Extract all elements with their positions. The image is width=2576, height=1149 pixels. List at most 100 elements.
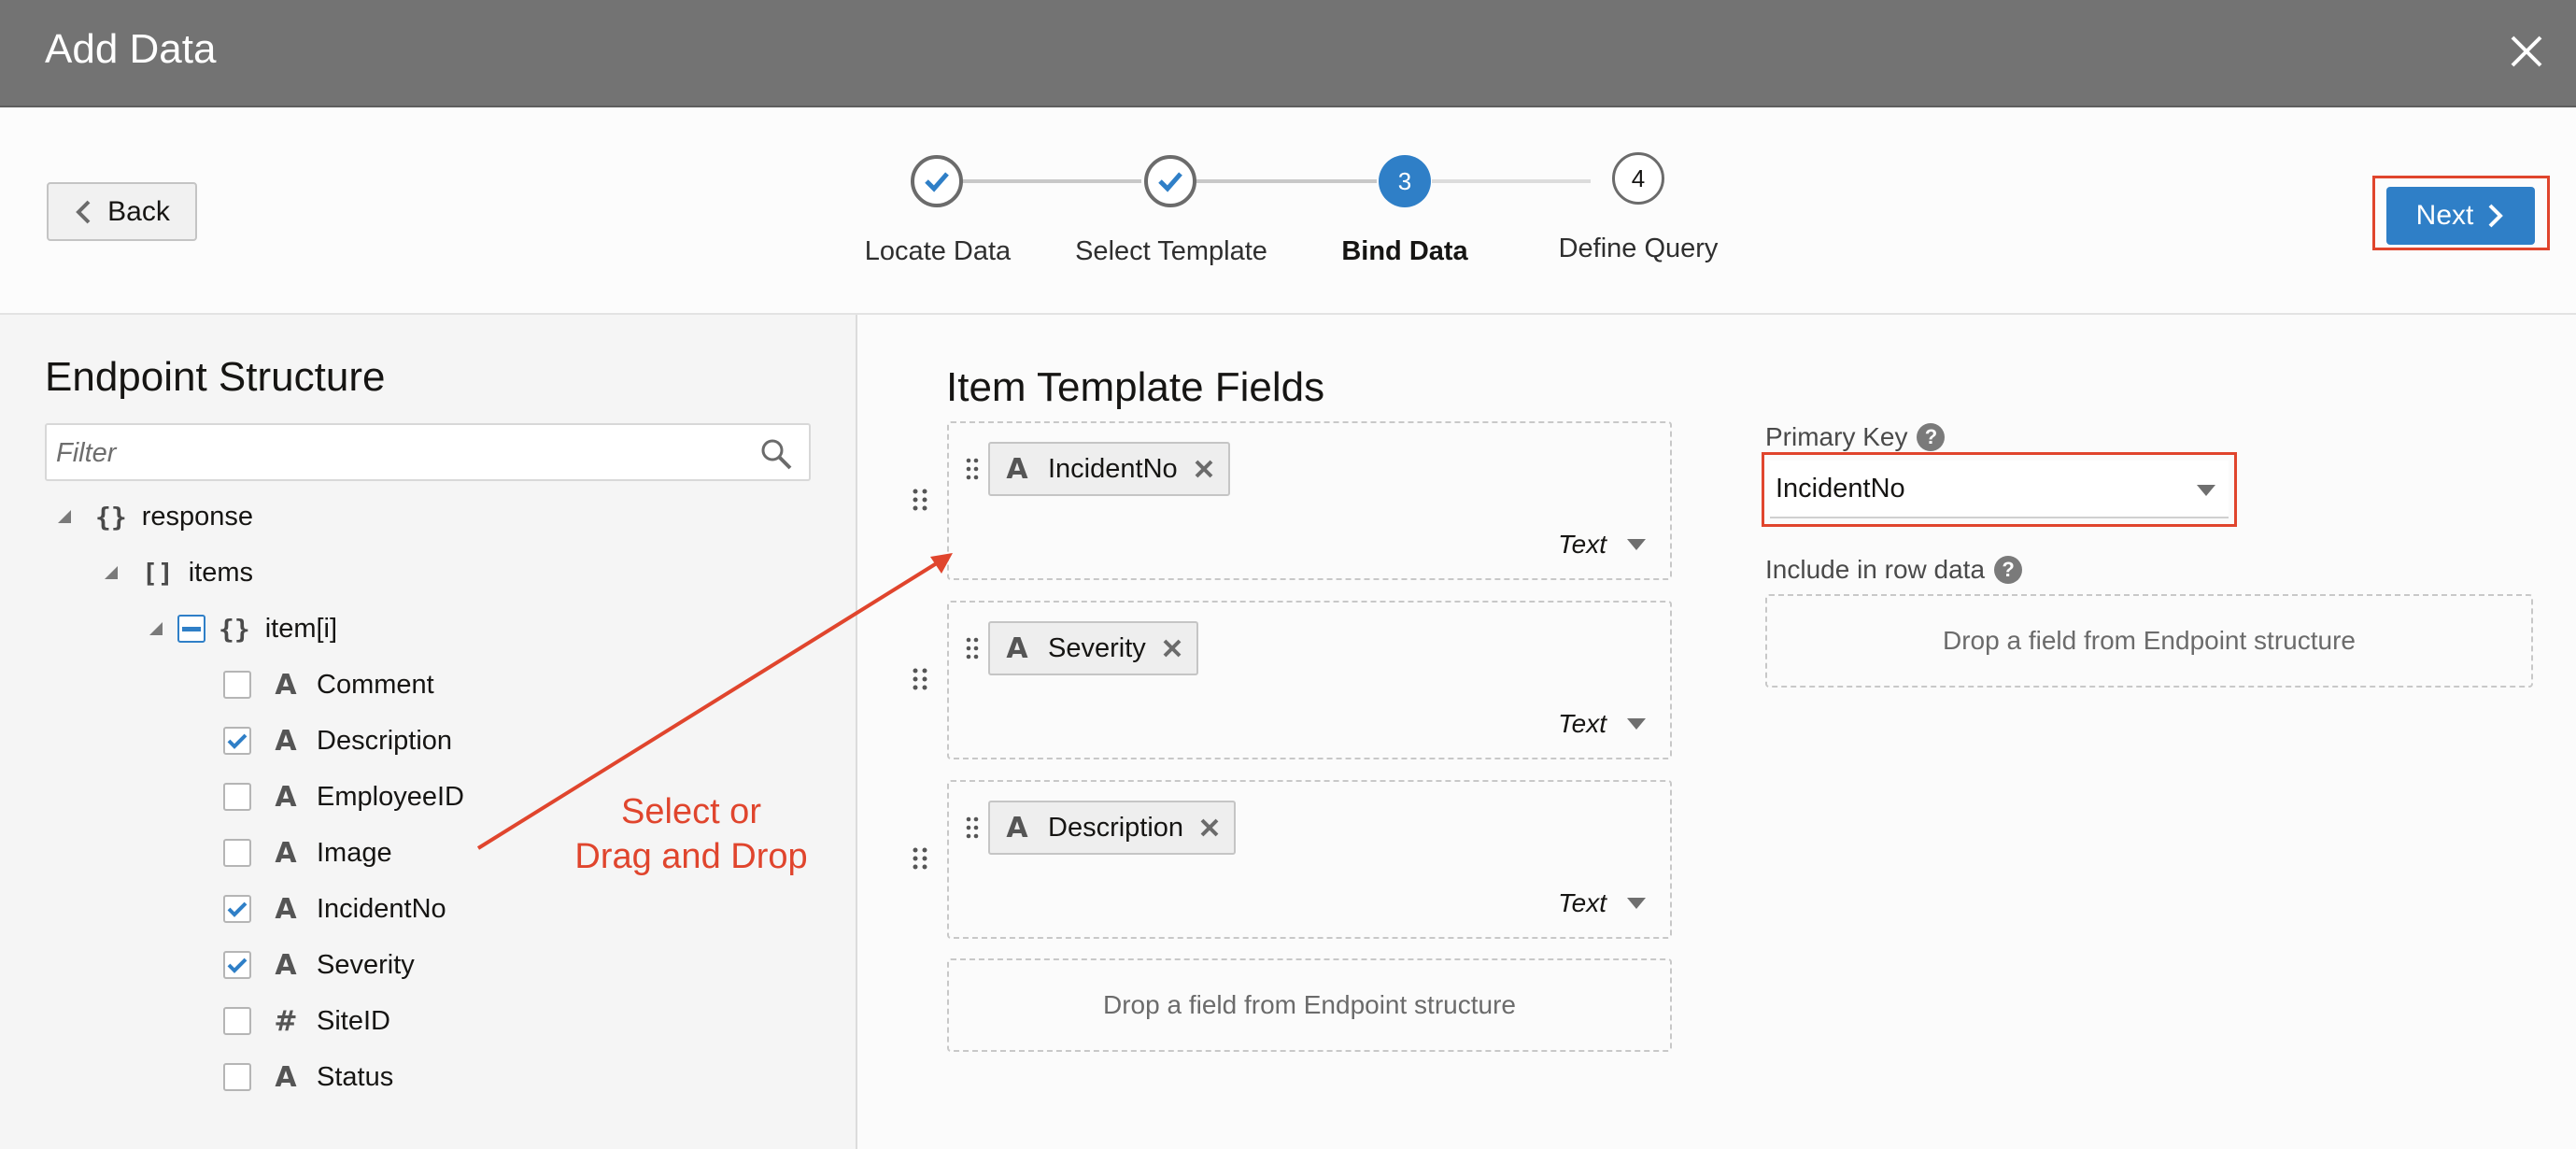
- partial-checkbox[interactable]: [177, 615, 205, 643]
- annotation-line-1: Select or: [621, 792, 761, 831]
- text-type-icon: A: [275, 836, 297, 870]
- row-data-drop-zone[interactable]: Drop a field from Endpoint structure: [1765, 594, 2533, 688]
- drag-handle-icon[interactable]: [966, 636, 979, 660]
- tree-field-description[interactable]: A Description: [223, 717, 452, 764]
- check-icon: [227, 901, 248, 917]
- field-label: SiteID: [317, 1005, 390, 1036]
- train-connector: [962, 179, 1141, 183]
- chevron-right-icon: [2488, 204, 2504, 228]
- field-checkbox[interactable]: [223, 727, 251, 755]
- check-icon: [925, 172, 949, 192]
- text-type-icon: A: [1006, 631, 1028, 665]
- item-template-fields-title: Item Template Fields: [946, 364, 1325, 410]
- drag-handle-icon[interactable]: [966, 816, 979, 840]
- tree-field-employeeid[interactable]: A EmployeeID: [223, 773, 464, 820]
- step-label-locate-data: Locate Data: [864, 236, 1012, 266]
- template-drop-zone[interactable]: Drop a field from Endpoint structure: [947, 958, 1672, 1052]
- chevron-down-icon: [1627, 718, 1646, 730]
- field-type-select[interactable]: Text: [1558, 709, 1646, 739]
- template-field-card[interactable]: A Description Text: [947, 780, 1672, 939]
- collapse-triangle-icon[interactable]: [105, 566, 118, 579]
- field-chip[interactable]: A Severity: [988, 621, 1198, 675]
- dialog-title: Add Data: [45, 26, 217, 72]
- field-label: Severity: [317, 949, 415, 980]
- template-field-card[interactable]: A Severity Text: [947, 601, 1672, 759]
- chevron-down-icon: [1627, 898, 1646, 909]
- tree-field-severity[interactable]: A Severity: [223, 942, 415, 988]
- drag-handle-icon[interactable]: [966, 457, 979, 481]
- search-icon[interactable]: [758, 436, 794, 472]
- tree-field-incidentno[interactable]: A IncidentNo: [223, 886, 446, 932]
- filter-input[interactable]: [56, 433, 747, 474]
- primary-key-label: Primary Key ?: [1765, 422, 1946, 452]
- collapse-triangle-icon[interactable]: [58, 510, 71, 523]
- drop-hint: Drop a field from Endpoint structure: [1103, 990, 1516, 1019]
- tree-field-image[interactable]: A Image: [223, 830, 392, 876]
- step-label-select-template: Select Template: [1075, 236, 1267, 266]
- primary-key-value: IncidentNo: [1776, 473, 1905, 504]
- text-type-icon: A: [275, 668, 297, 702]
- number-type-icon: #: [274, 1004, 298, 1038]
- field-label: EmployeeID: [317, 781, 464, 812]
- back-button[interactable]: Back: [47, 182, 197, 241]
- field-chip[interactable]: A Description: [988, 801, 1237, 855]
- next-button[interactable]: Next: [2386, 187, 2535, 245]
- step-number: 4: [1631, 163, 1646, 192]
- field-checkbox[interactable]: [223, 895, 251, 923]
- tree-node-label: items: [188, 557, 254, 588]
- step-label-bind-data: Bind Data: [1341, 236, 1468, 266]
- tree-node-response[interactable]: {} response: [58, 493, 253, 540]
- annotation-line-2: Drag and Drop: [574, 837, 808, 876]
- tree-field-comment[interactable]: A Comment: [223, 661, 434, 708]
- field-checkbox[interactable]: [223, 839, 251, 867]
- help-icon[interactable]: ?: [1994, 556, 2023, 584]
- close-icon[interactable]: [2503, 28, 2550, 75]
- step-select-template[interactable]: [1144, 155, 1196, 207]
- tree-node-label: item[i]: [264, 613, 338, 644]
- remove-icon[interactable]: [1161, 637, 1183, 660]
- field-type-select[interactable]: Text: [1558, 530, 1646, 560]
- remove-icon[interactable]: [1193, 458, 1215, 480]
- text-type-icon: A: [275, 892, 297, 926]
- primary-key-select[interactable]: IncidentNo: [1770, 461, 2229, 518]
- field-checkbox[interactable]: [223, 671, 251, 699]
- tree-field-siteid[interactable]: # SiteID: [223, 998, 390, 1044]
- object-icon: {}: [95, 501, 127, 532]
- field-label: Description: [317, 725, 453, 756]
- field-chip[interactable]: A IncidentNo: [988, 442, 1230, 496]
- drag-handle-icon[interactable]: [912, 846, 928, 871]
- check-icon: [227, 958, 248, 973]
- text-type-icon: A: [275, 1060, 297, 1094]
- chevron-left-icon: [76, 200, 91, 223]
- field-checkbox[interactable]: [223, 951, 251, 979]
- field-checkbox[interactable]: [223, 1063, 251, 1091]
- field-type-select[interactable]: Text: [1558, 888, 1646, 918]
- next-button-label: Next: [2415, 200, 2474, 231]
- drag-handle-icon[interactable]: [912, 667, 928, 691]
- field-type-value: Text: [1558, 530, 1606, 559]
- step-define-query[interactable]: 4: [1612, 152, 1664, 205]
- check-icon: [227, 733, 248, 749]
- chevron-down-icon: [2197, 485, 2215, 496]
- remove-icon[interactable]: [1198, 816, 1221, 839]
- field-checkbox[interactable]: [223, 1007, 251, 1035]
- collapse-triangle-icon[interactable]: [149, 622, 163, 635]
- template-field-card[interactable]: A IncidentNo Text: [947, 421, 1672, 580]
- tree-node-items[interactable]: [] items: [105, 549, 253, 596]
- row-data-label-text: Include in row data: [1765, 555, 1986, 584]
- drop-hint: Drop a field from Endpoint structure: [1943, 626, 2356, 655]
- array-icon: []: [142, 557, 174, 589]
- tree-node-item[interactable]: {} item[i]: [149, 605, 337, 652]
- next-button-highlight: Next: [2372, 176, 2550, 250]
- field-checkbox[interactable]: [223, 783, 251, 811]
- step-locate-data[interactable]: [911, 155, 963, 207]
- endpoint-structure-title: Endpoint Structure: [45, 354, 386, 400]
- filter-field[interactable]: [45, 423, 811, 481]
- text-type-icon: A: [275, 780, 297, 814]
- tree-node-label: response: [141, 501, 254, 532]
- drag-handle-icon[interactable]: [912, 488, 928, 512]
- tree-field-status[interactable]: A Status: [223, 1054, 393, 1100]
- step-bind-data[interactable]: 3: [1379, 155, 1431, 207]
- annotation-text: Select or Drag and Drop: [523, 789, 859, 879]
- help-icon[interactable]: ?: [1917, 423, 1946, 451]
